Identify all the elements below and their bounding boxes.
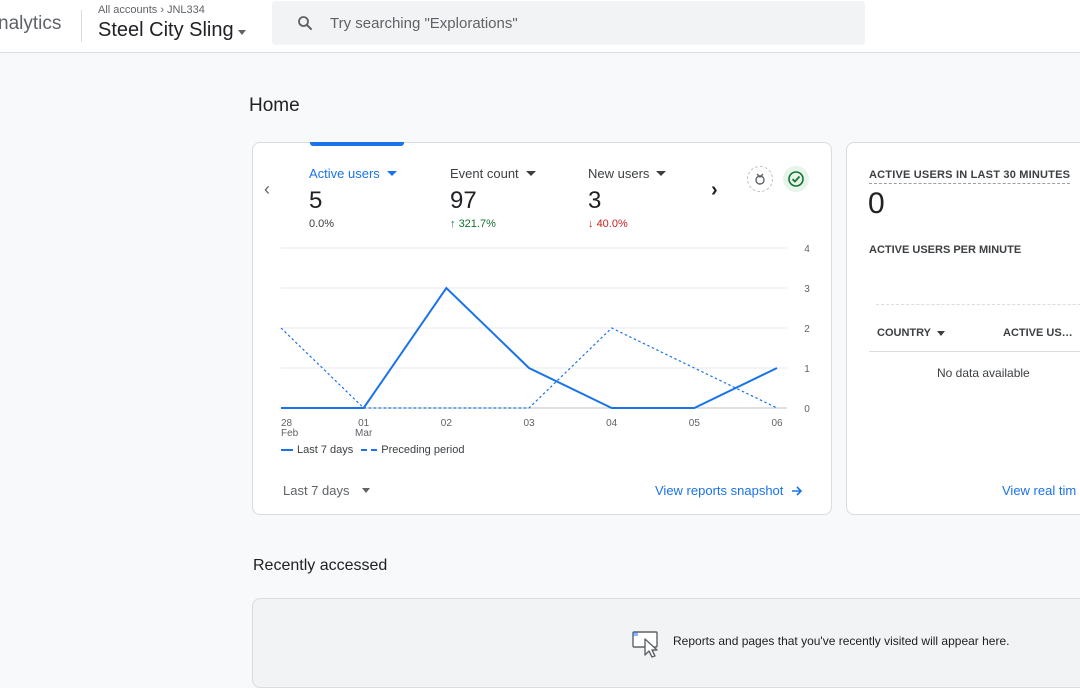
metric-label[interactable]: Event count xyxy=(450,166,536,181)
page-title: Home xyxy=(249,95,300,117)
metric-value: 3 xyxy=(588,187,666,215)
dropdown-icon xyxy=(656,171,666,176)
y-tick-label: 4 xyxy=(804,244,810,255)
recently-accessed-title: Recently accessed xyxy=(253,557,387,575)
country-column-header[interactable]: COUNTRY xyxy=(877,327,945,339)
no-data-message: No data available xyxy=(937,366,1030,380)
breadcrumb[interactable]: All accounts › JNL334 xyxy=(98,4,205,16)
dropdown-icon xyxy=(362,488,370,493)
insights-icon[interactable] xyxy=(747,166,773,192)
arrow-up-icon: ↑ xyxy=(450,218,456,230)
product-name[interactable]: nalytics xyxy=(0,13,61,35)
search-icon xyxy=(296,14,314,32)
overview-card: ‹ Active users 5 0.0% Event count 97 ↑ 3… xyxy=(252,142,832,515)
chevron-right-icon[interactable]: › xyxy=(711,179,718,202)
metric-active-users[interactable]: Active users 5 0.0% xyxy=(309,166,397,230)
y-tick-label: 0 xyxy=(804,404,810,415)
legend-item-last-7-days: Last 7 days xyxy=(281,444,353,456)
x-tick-label: Mar xyxy=(355,428,373,438)
chevron-left-icon[interactable]: ‹ xyxy=(264,179,270,200)
x-tick-label: 06 xyxy=(771,418,783,429)
series-line-last-7-days xyxy=(281,288,777,408)
y-tick-label: 2 xyxy=(804,324,810,335)
x-tick-label: Feb xyxy=(281,428,299,438)
arrow-down-icon: ↓ xyxy=(588,218,594,230)
caret-down-icon xyxy=(238,30,246,35)
metric-event-count[interactable]: Event count 97 ↑ 321.7% xyxy=(450,166,536,230)
metric-delta: ↑ 321.7% xyxy=(450,218,536,230)
search-input[interactable] xyxy=(330,15,830,32)
metric-value: 5 xyxy=(309,187,397,215)
top-bar: nalytics All accounts › JNL334 Steel Cit… xyxy=(0,0,1080,53)
dropdown-icon xyxy=(387,171,397,176)
x-tick-label: 05 xyxy=(689,418,701,429)
realtime-value: 0 xyxy=(868,187,885,221)
chevron-right-icon: › xyxy=(160,4,164,16)
metric-label[interactable]: New users xyxy=(588,166,666,181)
divider xyxy=(81,10,82,42)
metric-delta: ↓ 40.0% xyxy=(588,218,666,230)
legend-swatch-solid xyxy=(281,449,293,451)
chart-legend: Last 7 days Preceding period xyxy=(281,444,466,456)
property-name: Steel City Sling xyxy=(98,19,234,42)
realtime-per-minute-label: ACTIVE USERS PER MINUTE xyxy=(869,244,1021,256)
check-circle-icon[interactable] xyxy=(783,166,809,192)
y-tick-label: 1 xyxy=(804,364,810,375)
dropdown-icon xyxy=(937,331,945,336)
dropdown-icon xyxy=(526,171,536,176)
recently-accessed-empty-message: Reports and pages that you've recently v… xyxy=(673,634,1009,648)
cursor-window-icon xyxy=(631,629,665,659)
y-tick-label: 3 xyxy=(804,284,810,295)
legend-swatch-dashed xyxy=(361,449,377,451)
date-range-selector[interactable]: Last 7 days xyxy=(283,483,370,498)
active-tab-indicator xyxy=(310,142,404,146)
x-tick-label: 02 xyxy=(441,418,453,429)
x-tick-label: 03 xyxy=(523,418,535,429)
breadcrumb-account[interactable]: JNL334 xyxy=(167,4,205,16)
table-header: COUNTRY ACTIVE US… xyxy=(869,318,1080,352)
metric-delta: 0.0% xyxy=(309,218,397,230)
line-chart: 0123428Feb01Mar0203040506 xyxy=(253,238,833,438)
per-minute-baseline xyxy=(876,304,1080,305)
legend-item-preceding-period: Preceding period xyxy=(361,444,464,456)
x-tick-label: 04 xyxy=(606,418,618,429)
metric-new-users[interactable]: New users 3 ↓ 40.0% xyxy=(588,166,666,230)
realtime-card: ACTIVE USERS IN LAST 30 MINUTES 0 ACTIVE… xyxy=(846,142,1080,515)
metric-label[interactable]: Active users xyxy=(309,166,397,181)
active-users-column-header[interactable]: ACTIVE US… xyxy=(1003,327,1073,339)
property-selector[interactable]: Steel City Sling xyxy=(98,19,246,42)
search-bar[interactable] xyxy=(272,1,865,45)
realtime-title[interactable]: ACTIVE USERS IN LAST 30 MINUTES xyxy=(869,169,1070,184)
view-realtime-link[interactable]: View real tim xyxy=(1002,483,1076,498)
arrow-right-icon xyxy=(791,485,803,497)
metric-value: 97 xyxy=(450,187,536,215)
view-reports-snapshot-link[interactable]: View reports snapshot xyxy=(655,483,803,498)
breadcrumb-root[interactable]: All accounts xyxy=(98,4,157,16)
